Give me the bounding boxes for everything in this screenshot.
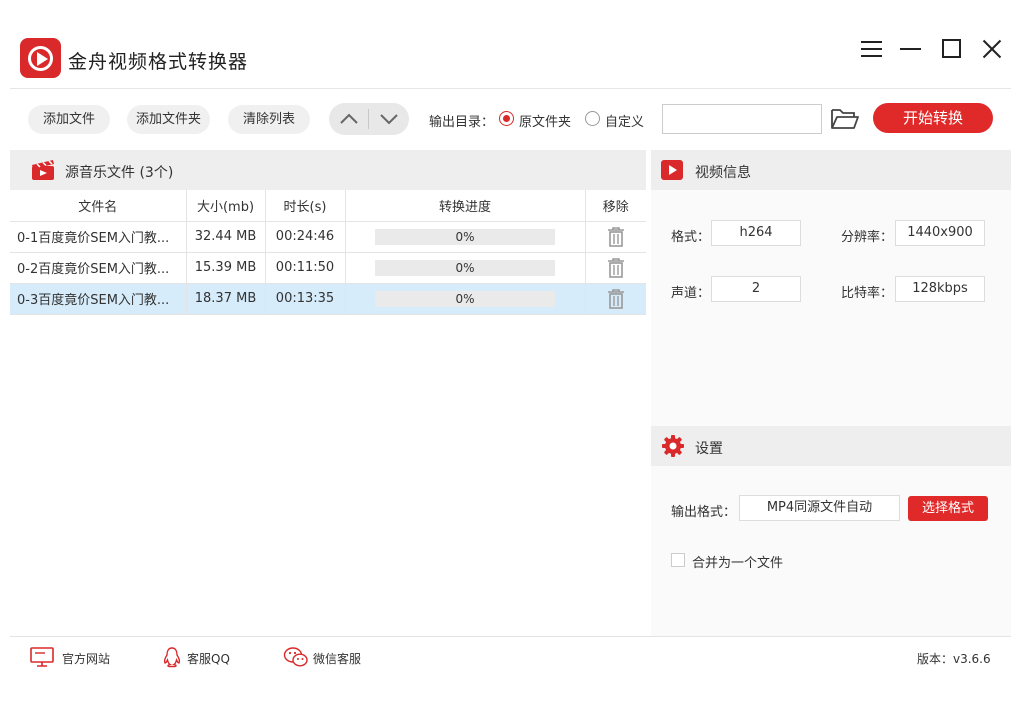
file-size: 15.39 MB [186,252,266,284]
start-convert-button[interactable]: 开始转换 [873,103,993,133]
add-file-button[interactable]: 添加文件 [28,105,110,134]
file-table: 文件名 大小(mb) 时长(s) 转换进度 移除 0-1百度竟价SEM入门教..… [10,190,646,315]
radio-custom-label[interactable]: 自定义 [605,111,644,130]
app-title: 金舟视频格式转换器 [68,51,249,73]
video-info-title: 视频信息 [695,165,751,181]
progress-bar: 0% [375,228,555,245]
trash-icon[interactable] [606,288,626,310]
maximize-icon[interactable] [940,37,964,61]
chevron-down-icon [380,114,398,125]
add-folder-button[interactable]: 添加文件夹 [127,105,210,134]
trash-icon[interactable] [606,257,626,279]
table-row[interactable]: 0-3百度竟价SEM入门教... 18.37 MB 00:13:35 0% [10,283,646,315]
move-buttons [329,103,409,135]
progress-bar: 0% [375,290,555,307]
progress-text: 0% [455,229,475,244]
trash-icon[interactable] [606,226,626,248]
output-format-value: MP4同源文件自动 [739,495,900,521]
move-down-button[interactable] [369,103,409,135]
output-path-input[interactable] [662,104,822,134]
remove-cell [585,252,646,284]
app-logo-icon [20,38,61,78]
service-qq-label[interactable]: 客服QQ [187,650,230,667]
progress-text: 0% [455,291,475,306]
merge-checkbox-label[interactable]: 合并为一个文件 [692,552,783,571]
file-progress-cell: 0% [345,252,586,284]
table-header-row: 文件名 大小(mb) 时长(s) 转换进度 移除 [10,190,646,222]
wechat-service-link[interactable]: 微信客服 [283,646,373,668]
wechat-service-label[interactable]: 微信客服 [313,650,361,667]
wechat-icon [283,647,308,667]
file-size: 18.37 MB [186,283,266,315]
monitor-icon [30,647,54,667]
col-duration[interactable]: 时长(s) [265,190,346,222]
output-dir-label: 输出目录： [429,115,495,130]
move-up-button[interactable] [329,103,369,135]
file-duration: 00:11:50 [265,252,346,284]
col-progress[interactable]: 转换进度 [345,190,586,222]
merge-checkbox[interactable] [671,553,685,567]
chevron-up-icon [340,113,358,124]
file-name: 0-3百度竟价SEM入门教... [10,283,187,315]
browse-folder-button[interactable] [830,106,860,132]
file-progress-cell: 0% [345,283,586,315]
remove-cell [585,221,646,253]
table-row[interactable]: 0-1百度竟价SEM入门教... 32.44 MB 00:24:46 0% [10,221,646,253]
clapperboard-icon [32,160,54,180]
format-value: h264 [711,220,801,246]
title-divider [10,88,1011,89]
file-duration: 00:24:46 [265,221,346,253]
footer-divider [10,636,1011,637]
remove-cell [585,283,646,315]
minimize-icon[interactable] [899,37,923,61]
service-qq-link[interactable]: 客服QQ [162,646,242,668]
resolution-label: 分辨率： [841,230,894,245]
gear-icon [662,435,684,457]
file-name: 0-2百度竟价SEM入门教... [10,252,187,284]
video-info-header: 视频信息 [651,150,1011,190]
choose-format-button[interactable]: 选择格式 [908,496,988,521]
radio-custom[interactable] [585,111,600,126]
progress-bar: 0% [375,259,555,276]
file-list-header: 源音乐文件 (3个) [10,150,646,190]
radio-original-folder-label[interactable]: 原文件夹 [519,111,571,130]
table-row[interactable]: 0-2百度竟价SEM入门教... 15.39 MB 00:11:50 0% [10,252,646,284]
close-icon[interactable] [980,37,1004,61]
file-duration: 00:13:35 [265,283,346,315]
col-size[interactable]: 大小(mb) [186,190,266,222]
bitrate-value: 128kbps [895,276,985,302]
resolution-value: 1440x900 [895,220,985,246]
col-filename[interactable]: 文件名 [10,190,187,222]
version-label: 版本：v3.6.6 [917,652,991,666]
progress-text: 0% [455,260,475,275]
radio-original-folder[interactable] [499,111,514,126]
official-website-link[interactable]: 官方网站 [30,646,120,668]
bitrate-label: 比特率： [841,286,894,301]
file-name: 0-1百度竟价SEM入门教... [10,221,187,253]
settings-title: 设置 [695,441,723,457]
official-website-label[interactable]: 官方网站 [62,650,110,667]
clear-list-button[interactable]: 清除列表 [228,105,310,134]
format-label: 格式： [671,230,711,245]
folder-open-icon [831,109,859,129]
settings-header: 设置 [651,426,1011,466]
video-play-icon [661,160,683,180]
col-remove: 移除 [585,190,646,222]
file-progress-cell: 0% [345,221,586,253]
menu-icon[interactable] [860,37,884,61]
title-bar: 金舟视频格式转换器 [0,0,1011,88]
qq-penguin-icon [163,647,181,668]
channel-value: 2 [711,276,801,302]
channel-label: 声道： [671,286,711,301]
output-format-label: 输出格式： [671,505,737,520]
file-size: 32.44 MB [186,221,266,253]
file-list-title: 源音乐文件 (3个) [65,165,174,181]
